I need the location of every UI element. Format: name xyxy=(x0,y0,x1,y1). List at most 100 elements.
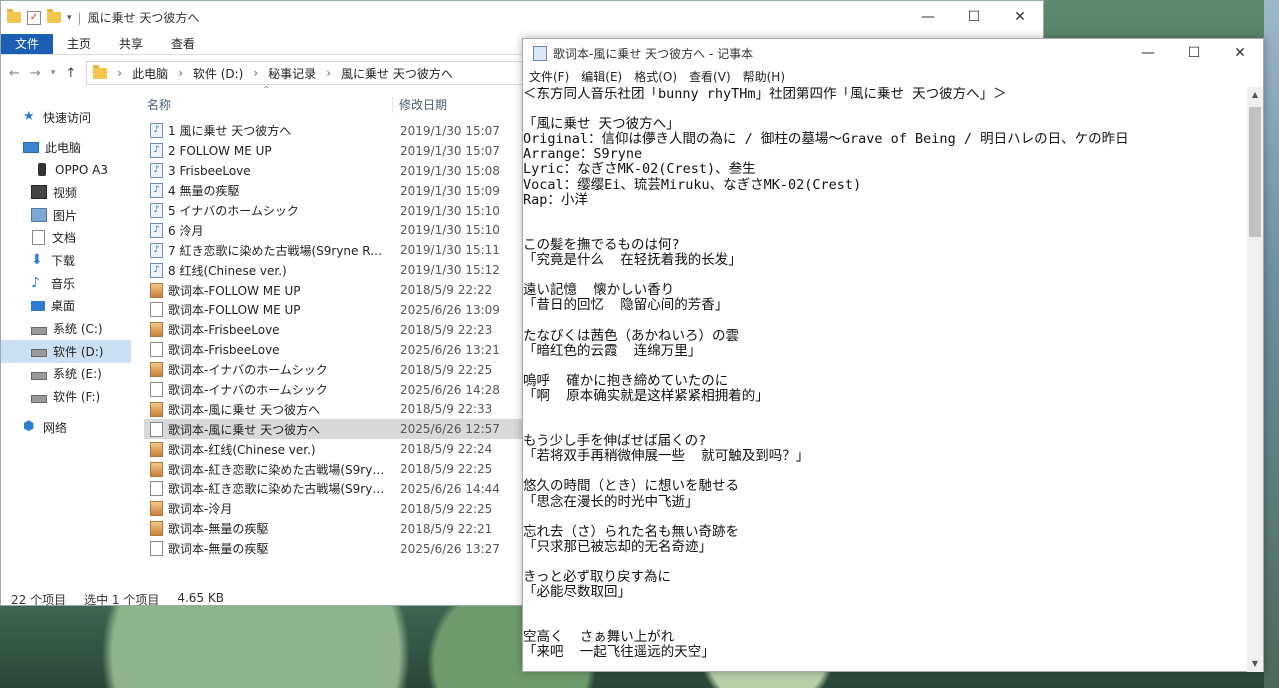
notepad-window: 歌词本-風に乗せ 天つ彼方へ - 记事本 — ☐ ✕ 文件(F) 编辑(E) 格… xyxy=(522,38,1264,672)
text-line: Vocal：缨缨Ei、琉芸Miruku、なぎさMK-02(Crest) xyxy=(523,176,862,193)
column-header-name[interactable]: 名称 xyxy=(144,96,392,113)
file-name-cell: 歌词本-紅き恋歌に染めた古戦場(S9ryne... xyxy=(144,461,385,478)
maximize-button[interactable]: ☐ xyxy=(1171,39,1217,68)
menu-edit[interactable]: 编辑(E) xyxy=(581,68,622,87)
column-header-date[interactable]: 修改日期 xyxy=(392,95,499,113)
file-date: 2025/6/26 12:57 xyxy=(400,422,500,437)
notepad-text-area[interactable]: ＜东方同人音乐社团「bunny rhyTHm」社团第四作「風に乗せ 天つ彼方へ」… xyxy=(523,87,1248,672)
audio-file-icon: ♪ xyxy=(150,123,163,139)
breadcrumb-current[interactable]: 風に乗せ 天つ彼方へ xyxy=(341,65,453,82)
folder-icon[interactable] xyxy=(7,9,21,23)
close-button[interactable]: ✕ xyxy=(1217,39,1263,68)
up-icon[interactable]: ↑ xyxy=(65,66,76,81)
new-folder-icon[interactable] xyxy=(47,9,61,23)
breadcrumb-folder[interactable]: 秘事记录 xyxy=(268,65,316,82)
minimize-button[interactable]: — xyxy=(1125,39,1171,68)
recent-locations-icon[interactable]: ▾ xyxy=(51,68,56,78)
forward-icon[interactable]: → xyxy=(30,66,41,81)
nav-item-label: 网络 xyxy=(43,420,68,435)
desktop-wallpaper-edge xyxy=(1264,0,1279,688)
title-separator: | xyxy=(77,10,82,25)
text-line: Rap：小洋 xyxy=(523,191,588,208)
image-file-icon xyxy=(150,521,163,537)
drive-icon xyxy=(31,349,47,358)
nav-item[interactable]: 文档 xyxy=(1,226,131,249)
scroll-up-icon[interactable]: ▲ xyxy=(1247,87,1263,103)
nav-item[interactable]: 图片 xyxy=(1,204,131,227)
text-line xyxy=(523,223,1248,238)
minimize-button[interactable]: — xyxy=(905,1,951,33)
properties-icon[interactable]: ✓ xyxy=(27,10,41,25)
text-line: 嗚呼 確かに抱き締めていたのに xyxy=(523,372,729,389)
file-date: 2018/5/9 22:25 xyxy=(400,362,493,377)
notepad-title: 歌词本-風に乗せ 天つ彼方へ - 记事本 xyxy=(553,47,754,61)
file-date: 2018/5/9 22:25 xyxy=(400,501,493,516)
drive-icon xyxy=(31,326,47,335)
nav-item-label: 此电脑 xyxy=(45,140,82,155)
desktop-icon xyxy=(31,300,45,311)
text-line: 「必能尽数取回」 xyxy=(523,584,631,601)
menu-view[interactable]: 查看(V) xyxy=(689,68,731,87)
nav-item-label: 视频 xyxy=(53,185,78,200)
file-name: 歌词本-泠月 xyxy=(168,502,233,517)
file-name-cell: 歌词本-風に乗せ 天つ彼方へ xyxy=(144,421,385,438)
scrollbar-thumb[interactable] xyxy=(1249,107,1261,237)
text-line xyxy=(523,359,1248,374)
text-file-icon xyxy=(150,481,163,497)
drive-icon xyxy=(31,394,47,403)
breadcrumb-this-pc[interactable]: 此电脑 xyxy=(132,65,168,82)
file-name: 2 FOLLOW ME UP xyxy=(168,143,272,158)
tab-view[interactable]: 查看 xyxy=(157,34,209,54)
menu-help[interactable]: 帮助(H) xyxy=(743,68,785,87)
audio-file-icon: ♪ xyxy=(150,183,163,199)
back-icon[interactable]: ← xyxy=(9,66,20,81)
nav-item[interactable]: ⬢ 网络 xyxy=(1,416,131,439)
nav-item[interactable]: ⬇ 下载 xyxy=(1,249,131,272)
chevron-right-icon: › xyxy=(326,66,331,80)
phone-icon xyxy=(38,163,46,177)
text-line: 空高く さぁ舞い上がれ xyxy=(523,629,675,646)
tab-share[interactable]: 共享 xyxy=(105,34,157,54)
nav-item-label: 系统 (E:) xyxy=(53,367,102,382)
chevron-right-icon: › xyxy=(117,66,123,80)
nav-item[interactable]: 系统 (C:) xyxy=(1,317,131,340)
close-button[interactable]: ✕ xyxy=(997,1,1043,33)
nav-item[interactable]: 软件 (D:) xyxy=(1,339,131,363)
notepad-window-controls: — ☐ ✕ xyxy=(1125,39,1263,68)
nav-item[interactable]: 软件 (F:) xyxy=(1,385,131,408)
nav-item[interactable]: 桌面 xyxy=(1,295,131,318)
notepad-menubar: 文件(F) 编辑(E) 格式(O) 查看(V) 帮助(H) xyxy=(523,68,1263,87)
nav-item[interactable]: ♪ 音乐 xyxy=(1,272,131,295)
file-date: 2019/1/30 15:12 xyxy=(400,263,500,278)
explorer-titlebar: ✓ ▾ | 風に乗せ 天つ彼方へ — ☐ ✕ xyxy=(1,1,1043,34)
audio-file-icon: ♪ xyxy=(150,163,163,179)
nav-item[interactable]: 此电脑 xyxy=(1,136,131,159)
file-date: 2018/5/9 22:23 xyxy=(400,322,493,337)
nav-item[interactable]: ★ 快速访问 xyxy=(1,106,131,129)
file-date: 2019/1/30 15:09 xyxy=(400,183,500,198)
folder-icon xyxy=(93,64,108,79)
menu-file[interactable]: 文件(F) xyxy=(529,68,569,87)
nav-item[interactable]: OPPO A3 xyxy=(1,158,131,181)
file-date: 2025/6/26 13:09 xyxy=(400,302,500,317)
vertical-scrollbar[interactable]: ▲ ▼ xyxy=(1247,87,1263,672)
video-icon xyxy=(31,185,47,200)
nav-item-label: 音乐 xyxy=(51,276,76,291)
file-name-cell: 歌词本-FrisbeeLove xyxy=(144,321,385,338)
tab-file[interactable]: 文件 xyxy=(1,34,53,54)
nav-item[interactable]: 系统 (E:) xyxy=(1,363,131,386)
text-line: 「思念在漫长的时光中飞逝」 xyxy=(523,493,699,510)
breadcrumb-drive-d[interactable]: 软件 (D:) xyxy=(193,65,243,82)
scroll-down-icon[interactable]: ▼ xyxy=(1247,656,1263,672)
image-file-icon xyxy=(150,461,163,477)
chevron-down-icon[interactable]: ▾ xyxy=(67,13,72,23)
file-date: 2025/6/26 14:28 xyxy=(400,382,500,397)
menu-format[interactable]: 格式(O) xyxy=(634,68,677,87)
maximize-button[interactable]: ☐ xyxy=(951,1,997,33)
image-file-icon xyxy=(150,501,163,517)
tab-home[interactable]: 主页 xyxy=(53,34,105,54)
text-line xyxy=(523,404,1248,419)
nav-item[interactable]: 视频 xyxy=(1,181,131,204)
text-file-icon xyxy=(150,382,163,398)
navigation-pane: ★ 快速访问 此电脑 OPPO A3 视频 图片 文档 ⬇ 下载 ♪ 音乐 桌面 系统 (C:) 软件 (… xyxy=(1,90,131,580)
